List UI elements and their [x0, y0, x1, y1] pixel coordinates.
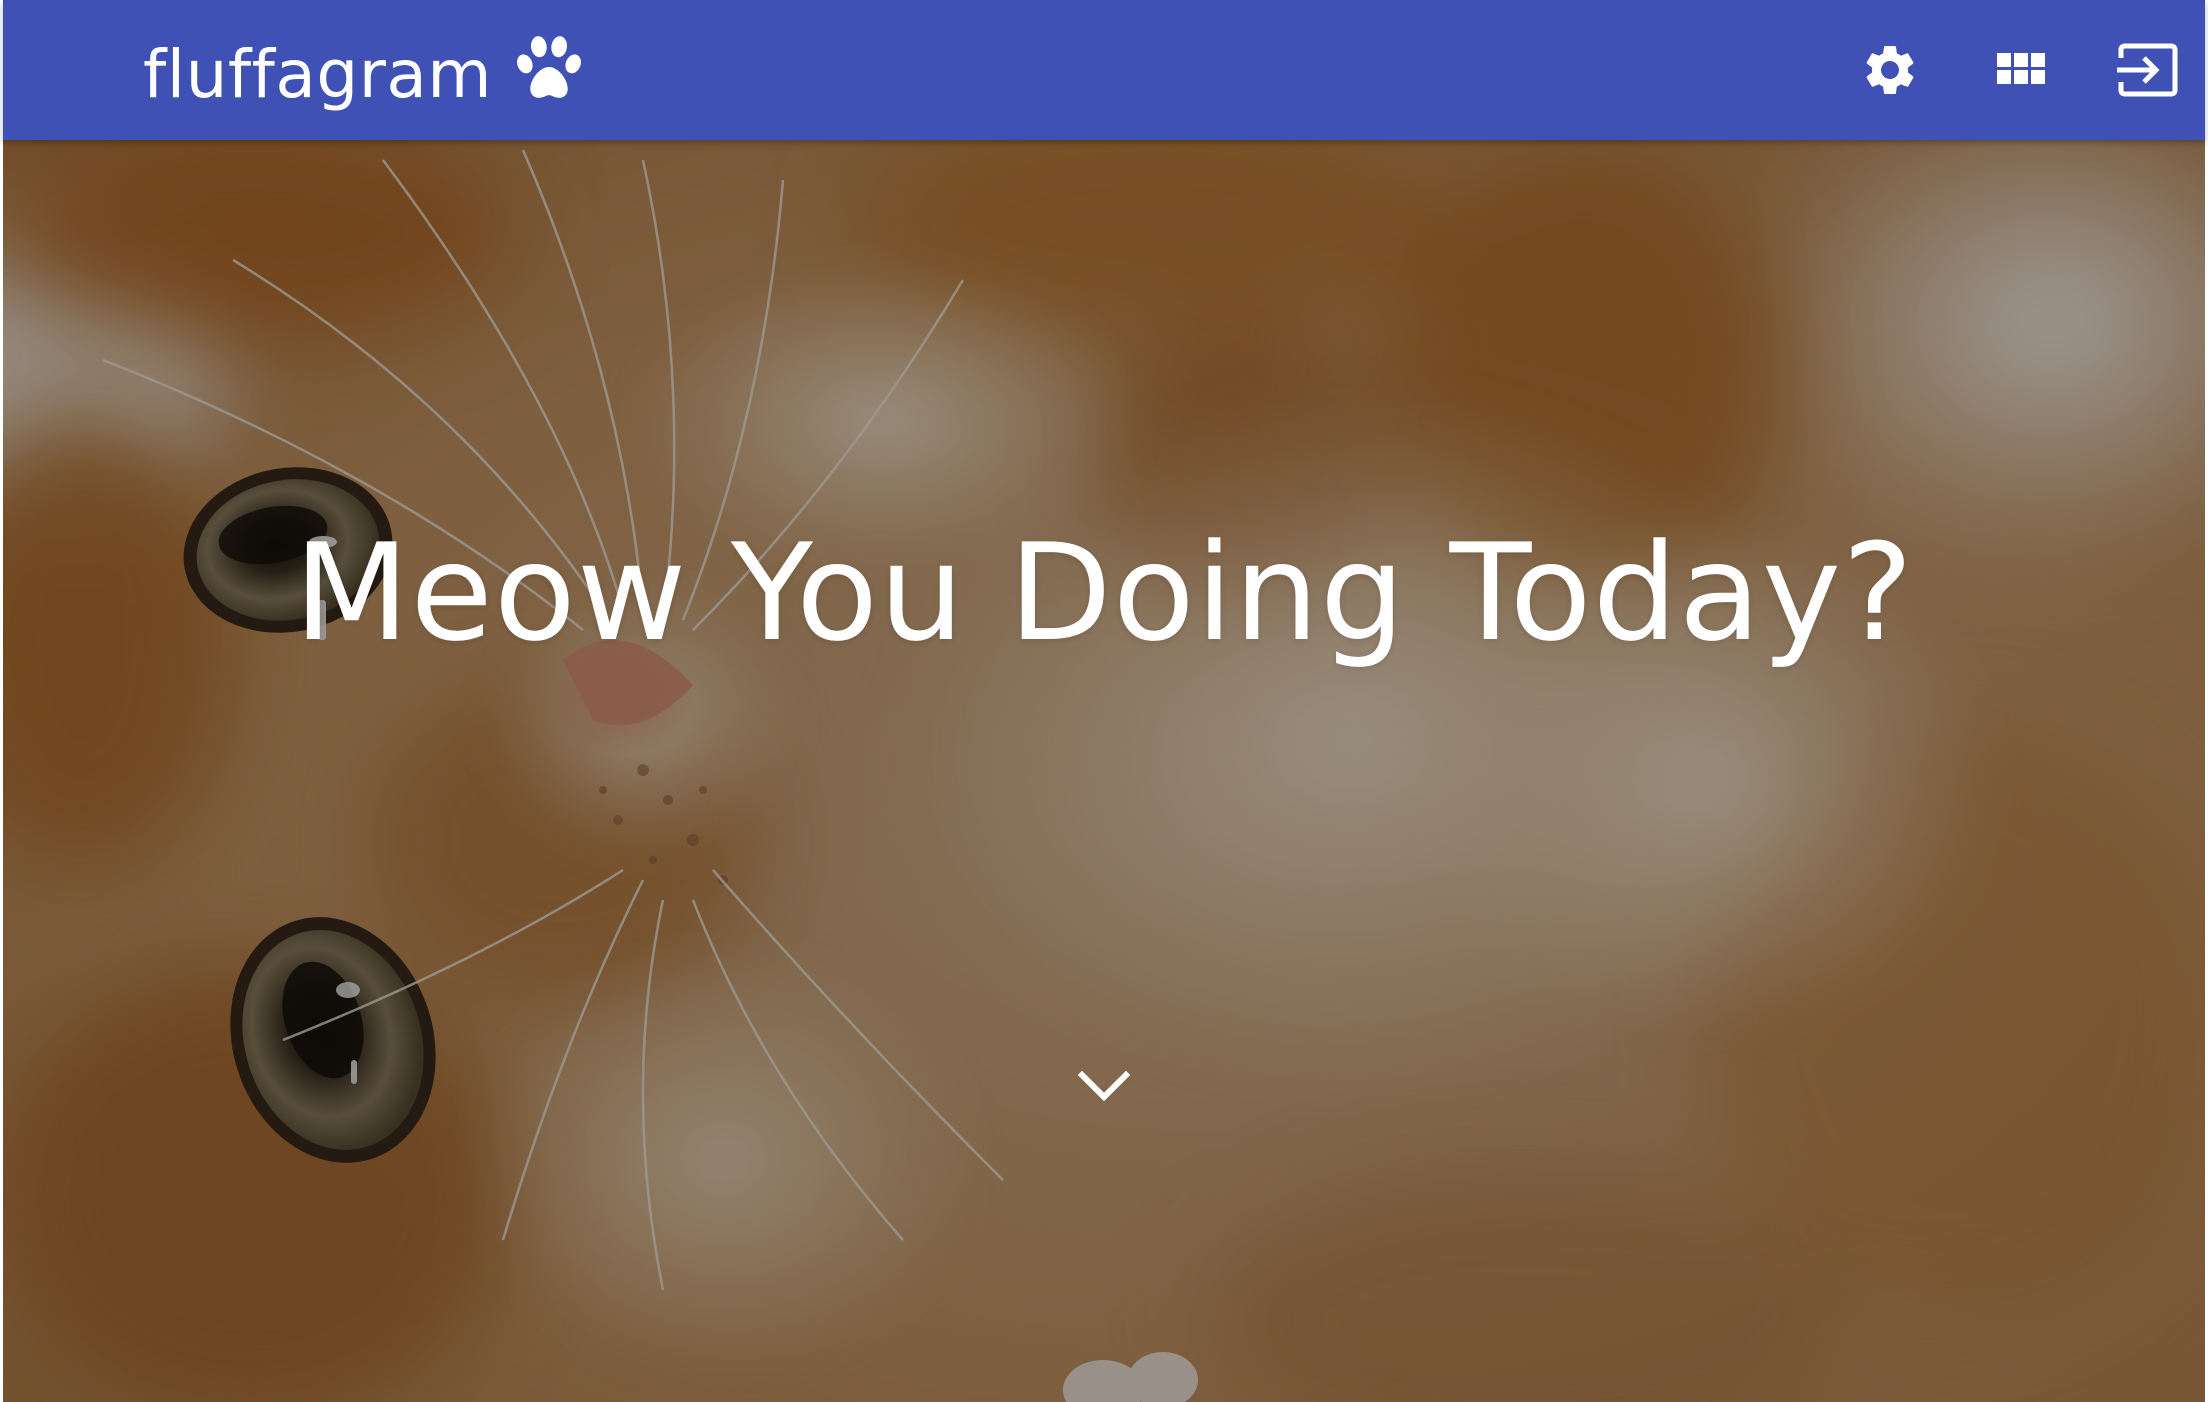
sign-in-icon — [2117, 43, 2178, 97]
hero-title: Meow You Doing Today? — [293, 515, 1915, 671]
sign-in-button[interactable] — [2111, 34, 2183, 106]
chevron-down-icon — [1078, 1070, 1130, 1102]
hero-overlay — [3, 140, 2205, 1402]
paw-icon — [517, 36, 582, 98]
apps-grid-icon — [1997, 53, 2045, 84]
brand-home-link[interactable]: fluffagram — [143, 30, 588, 120]
brand-name: fluffagram — [143, 36, 493, 113]
kitten-photo — [3, 140, 2205, 1402]
app-window: fluffagram Meow You Doing Today? — [0, 0, 2208, 1402]
hero-section: Meow You Doing Today? — [3, 140, 2205, 1402]
settings-button[interactable] — [1854, 34, 1926, 106]
scroll-down-button[interactable] — [1069, 1058, 1139, 1114]
gear-icon — [1866, 45, 1914, 94]
top-app-bar: fluffagram — [3, 0, 2205, 140]
apps-button[interactable] — [1985, 34, 2057, 106]
